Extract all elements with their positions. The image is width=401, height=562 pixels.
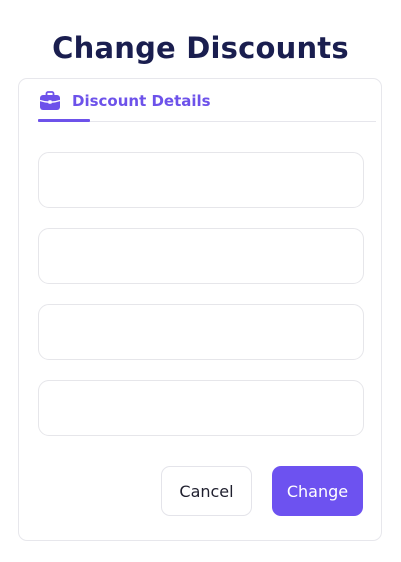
discount-form-card: Discount Details Cancel Change	[18, 78, 382, 541]
cancel-button[interactable]: Cancel	[161, 466, 252, 516]
page-title: Change Discounts	[52, 31, 349, 65]
briefcase-icon	[39, 90, 61, 112]
tab-discount-details[interactable]: Discount Details	[38, 79, 211, 122]
active-tab-indicator	[38, 119, 90, 122]
discount-field-2[interactable]	[38, 228, 364, 284]
discount-field-4[interactable]	[38, 380, 364, 436]
discount-field-3[interactable]	[38, 304, 364, 360]
tab-bar: Discount Details	[38, 79, 376, 122]
tab-label: Discount Details	[72, 91, 211, 110]
change-button[interactable]: Change	[272, 466, 363, 516]
discount-field-1[interactable]	[38, 152, 364, 208]
